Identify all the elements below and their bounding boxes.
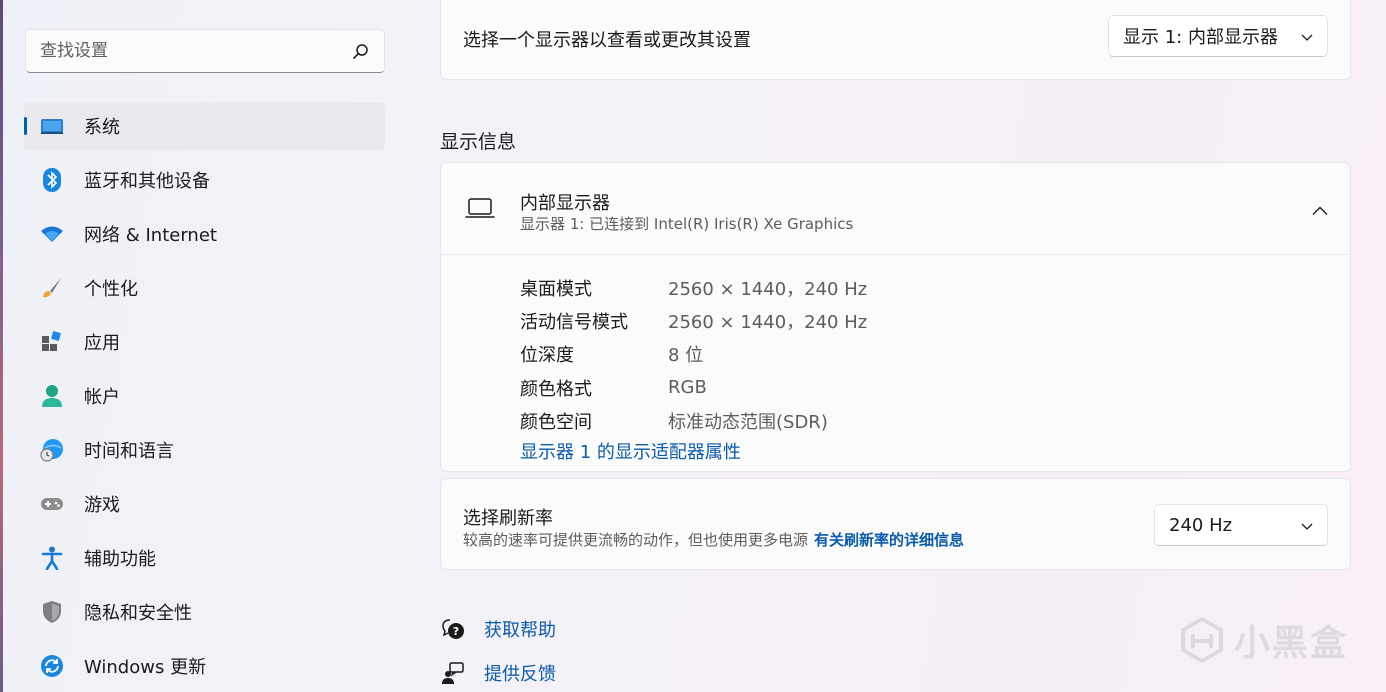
search-input[interactable] [40, 41, 350, 61]
info-value: RGB [668, 377, 707, 399]
info-key: 颜色空间 [520, 411, 592, 433]
gamepad-icon [40, 492, 64, 516]
select-display-card: 选择一个显示器以查看或更改其设置 显示 1: 内部显示器 [440, 0, 1351, 80]
info-row-color-format: 颜色格式 RGB [520, 371, 867, 404]
refresh-rate-title: 选择刷新率 [463, 508, 553, 529]
info-key: 颜色格式 [520, 378, 592, 400]
get-help-link[interactable]: ? 获取帮助 [440, 616, 556, 642]
sidebar-item-label: 蓝牙和其他设备 [84, 171, 210, 192]
watermark: 小黑盒 [1178, 614, 1348, 666]
sidebar-item-personalization[interactable]: 个性化 [24, 264, 385, 312]
wifi-icon [40, 222, 64, 246]
refresh-rate-info-link[interactable]: 有关刷新率的详细信息 [814, 531, 964, 549]
display-info-header[interactable]: 内部显示器 显示器 1: 已连接到 Intel(R) Iris(R) Xe Gr… [441, 163, 1350, 255]
sidebar-nav: 系统 蓝牙和其他设备 网络 & Internet 个性化 应用 帐户 时间和语言… [24, 102, 385, 692]
info-value: 2560 × 1440，240 Hz [668, 311, 868, 333]
refresh-rate-card: 选择刷新率 较高的速率可提供更流畅的动作，但也使用更多电源 有关刷新率的详细信息 … [440, 478, 1351, 570]
help-chat-icon: ? [440, 616, 466, 642]
display-info-card: 内部显示器 显示器 1: 已连接到 Intel(R) Iris(R) Xe Gr… [440, 162, 1351, 472]
search-box[interactable] [25, 29, 385, 73]
info-key: 桌面模式 [520, 278, 592, 300]
refresh-rate-dropdown[interactable]: 240 Hz [1154, 504, 1328, 546]
sidebar-item-label: 隐私和安全性 [84, 603, 192, 624]
sidebar-item-time-language[interactable]: 时间和语言 [24, 426, 385, 474]
sidebar-item-label: 网络 & Internet [84, 225, 217, 246]
give-feedback-label: 提供反馈 [484, 664, 556, 685]
info-key: 位深度 [520, 345, 574, 367]
sidebar-item-accounts[interactable]: 帐户 [24, 372, 385, 420]
window-edge [0, 0, 3, 692]
sidebar-item-system[interactable]: 系统 [24, 102, 385, 150]
sidebar-item-label: 时间和语言 [84, 441, 174, 462]
info-key: 活动信号模式 [520, 311, 628, 333]
select-display-label: 选择一个显示器以查看或更改其设置 [463, 30, 751, 51]
display-info-rows: 桌面模式 2560 × 1440，240 Hz 活动信号模式 2560 × 14… [520, 271, 867, 437]
chevron-down-icon [1301, 26, 1313, 47]
sidebar-item-gaming[interactable]: 游戏 [24, 480, 385, 528]
info-row-active-signal: 活动信号模式 2560 × 1440，240 Hz [520, 304, 867, 337]
accessibility-icon [40, 546, 64, 570]
info-row-color-space: 颜色空间 标准动态范围(SDR) [520, 404, 867, 437]
sidebar-item-apps[interactable]: 应用 [24, 318, 385, 366]
monitor-icon [40, 114, 64, 138]
chevron-up-icon[interactable] [1312, 201, 1328, 220]
sidebar-item-bluetooth[interactable]: 蓝牙和其他设备 [24, 156, 385, 204]
laptop-icon [465, 196, 495, 224]
brush-icon [40, 276, 64, 300]
sidebar-item-label: 系统 [84, 117, 120, 138]
sidebar-item-accessibility[interactable]: 辅助功能 [24, 534, 385, 582]
sidebar-item-network[interactable]: 网络 & Internet [24, 210, 385, 258]
watermark-text: 小黑盒 [1234, 623, 1349, 664]
sidebar-item-label: 帐户 [84, 387, 120, 408]
feedback-icon [440, 660, 466, 686]
info-value: 标准动态范围(SDR) [668, 411, 828, 433]
section-title: 显示信息 [440, 131, 517, 153]
give-feedback-link[interactable]: 提供反馈 [440, 660, 556, 686]
sidebar-item-windows-update[interactable]: Windows 更新 [24, 642, 385, 690]
account-icon [40, 384, 64, 408]
sidebar-item-label: 辅助功能 [84, 549, 156, 570]
update-icon [40, 654, 64, 678]
shield-icon [40, 600, 64, 624]
adapter-properties-link[interactable]: 显示器 1 的显示适配器属性 [520, 438, 741, 464]
info-row-bit-depth: 位深度 8 位 [520, 338, 867, 371]
info-value: 8 位 [668, 345, 704, 367]
display-subtitle: 显示器 1: 已连接到 Intel(R) Iris(R) Xe Graphics [520, 215, 854, 233]
sidebar-item-label: 应用 [84, 333, 120, 354]
search-icon[interactable] [350, 41, 370, 61]
display-name: 内部显示器 [520, 193, 610, 214]
sidebar-item-privacy[interactable]: 隐私和安全性 [24, 588, 385, 636]
chevron-down-icon [1301, 515, 1313, 536]
display-select-dropdown[interactable]: 显示 1: 内部显示器 [1108, 15, 1328, 57]
refresh-rate-value: 240 Hz [1169, 514, 1233, 536]
get-help-label: 获取帮助 [484, 620, 556, 641]
display-select-value: 显示 1: 内部显示器 [1123, 27, 1278, 48]
info-row-desktop-mode: 桌面模式 2560 × 1440，240 Hz [520, 271, 867, 304]
bluetooth-icon [40, 168, 64, 192]
refresh-rate-desc-text: 较高的速率可提供更流畅的动作，但也使用更多电源 [463, 531, 809, 549]
refresh-rate-description: 较高的速率可提供更流畅的动作，但也使用更多电源 有关刷新率的详细信息 [463, 529, 964, 550]
sidebar-item-label: Windows 更新 [84, 657, 207, 678]
heybox-logo-icon [1181, 616, 1223, 664]
globe-clock-icon [40, 438, 64, 462]
apps-icon [40, 330, 64, 354]
info-value: 2560 × 1440，240 Hz [668, 278, 868, 300]
sidebar-item-label: 游戏 [84, 495, 120, 516]
svg-text:?: ? [453, 625, 459, 638]
sidebar-item-label: 个性化 [84, 279, 138, 300]
